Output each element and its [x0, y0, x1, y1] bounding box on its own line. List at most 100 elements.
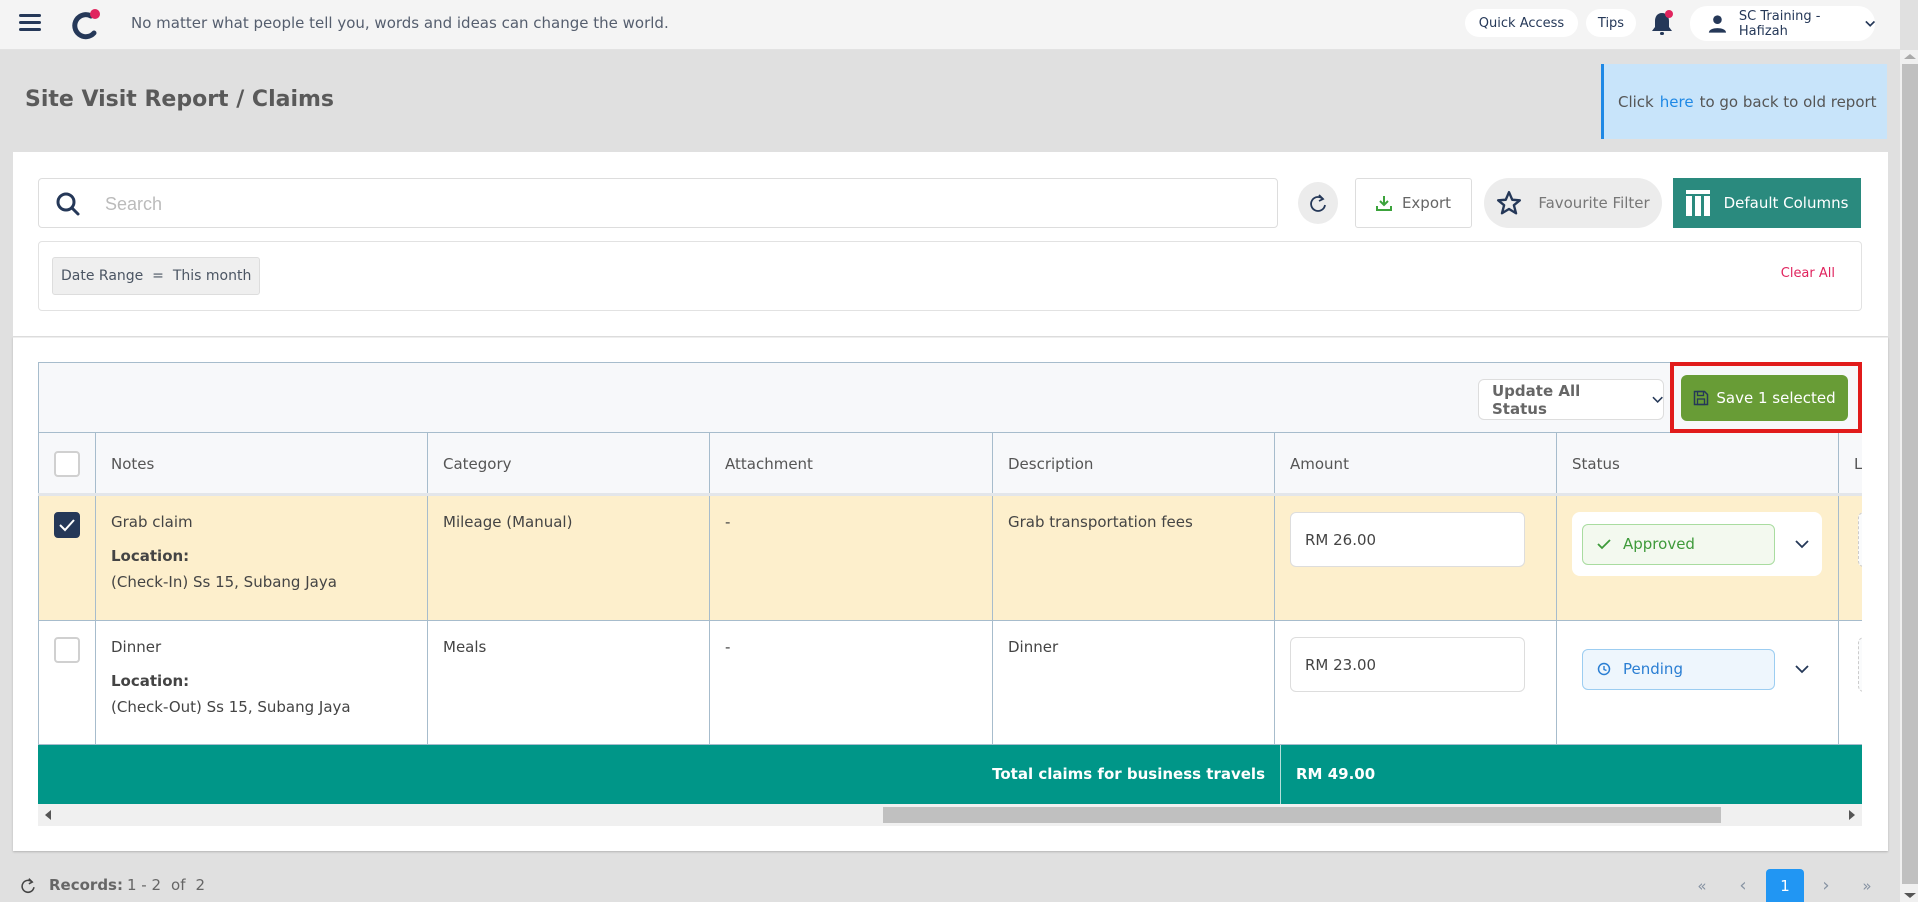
quick-access-button[interactable]: Quick Access: [1465, 9, 1578, 37]
records-total: 2: [195, 876, 206, 894]
row-select-cell: [38, 496, 96, 620]
horizontal-scrollbar[interactable]: [38, 804, 1862, 826]
column-header-amount[interactable]: Amount: [1275, 433, 1557, 493]
next-column-cell: [1839, 496, 1862, 620]
chevron-down-icon[interactable]: [1795, 664, 1809, 674]
row-checkbox[interactable]: [54, 637, 80, 663]
next-column-cell: [1839, 621, 1862, 744]
page-title: Site Visit Report / Claims: [25, 87, 335, 112]
download-icon: [1375, 196, 1392, 211]
old-report-banner: Click here to go back to old report: [1601, 64, 1887, 139]
amount-input[interactable]: RM 23.00: [1290, 637, 1525, 692]
export-button[interactable]: Export: [1355, 178, 1472, 228]
default-columns-button[interactable]: Default Columns: [1673, 178, 1861, 228]
status-select[interactable]: Approved: [1572, 512, 1822, 576]
column-header-status[interactable]: Status: [1557, 433, 1839, 493]
status-text: Approved: [1623, 535, 1695, 553]
column-header-attachment[interactable]: Attachment: [710, 433, 993, 493]
favourite-filter-button[interactable]: Favourite Filter: [1484, 178, 1662, 228]
update-all-status-label: Update All Status: [1492, 381, 1581, 418]
filter-chip-date-range[interactable]: Date Range = This month: [52, 257, 261, 295]
favourite-filter-label: Favourite Filter: [1538, 194, 1650, 212]
status-text: Pending: [1623, 660, 1683, 678]
next-column-input[interactable]: [1858, 637, 1862, 692]
notes-cell: Grab claim Location: (Check-In) Ss 15, S…: [96, 496, 428, 620]
old-report-prefix: Click: [1618, 92, 1654, 111]
column-header-description[interactable]: Description: [993, 433, 1275, 493]
previous-page-button[interactable]: ‹: [1730, 869, 1756, 902]
claims-table: Notes Category Attachment Description Am…: [38, 433, 1862, 745]
table-row: Grab claim Location: (Check-In) Ss 15, S…: [38, 496, 1862, 621]
chevron-down-icon: [1652, 396, 1663, 403]
next-page-button[interactable]: ›: [1813, 869, 1839, 902]
user-name: SC Training - Hafizah: [1738, 8, 1821, 39]
column-header-next[interactable]: L: [1839, 433, 1862, 493]
table-header: Notes Category Attachment Description Am…: [38, 433, 1862, 496]
scroll-down-arrow[interactable]: [1904, 893, 1916, 898]
column-header-category[interactable]: Category: [428, 433, 710, 493]
columns-icon: [1685, 190, 1710, 216]
check-icon: [1597, 539, 1611, 550]
last-page-button[interactable]: »: [1853, 869, 1881, 902]
location-label: Location:: [111, 672, 190, 690]
header-select-cell: [38, 433, 96, 493]
star-icon: [1497, 190, 1522, 215]
menu-icon[interactable]: [19, 14, 41, 32]
app-logo[interactable]: [70, 7, 102, 41]
amount-input[interactable]: RM 26.00: [1290, 512, 1525, 567]
row-checkbox[interactable]: [54, 512, 80, 538]
refresh-icon[interactable]: [20, 877, 36, 894]
clock-icon: [1597, 662, 1611, 676]
records-info: Records: 1 - 2 of 2: [20, 876, 205, 894]
location-label: Location:: [111, 547, 190, 565]
records-of: of: [171, 876, 186, 894]
status-cell: Approved: [1557, 496, 1839, 620]
old-report-link[interactable]: here: [1660, 93, 1694, 111]
horizontal-scroll-thumb[interactable]: [883, 807, 1721, 823]
active-filters: Date Range = This month Clear All: [38, 241, 1862, 311]
column-header-notes[interactable]: Notes: [96, 433, 428, 493]
next-column-input[interactable]: [1858, 512, 1862, 567]
search-input[interactable]: [105, 189, 1255, 219]
total-label: Total claims for business travels: [992, 745, 1281, 804]
notification-bell-icon[interactable]: [1650, 10, 1674, 38]
refresh-icon: [1310, 194, 1326, 212]
user-icon: [1708, 14, 1727, 33]
status-select[interactable]: Pending: [1572, 637, 1822, 701]
location-text: (Check-Out) Ss 15, Subang Jaya: [111, 698, 351, 716]
user-menu[interactable]: SC Training - Hafizah: [1690, 6, 1875, 41]
checkmark-icon: [59, 519, 75, 532]
clear-all-filters-link[interactable]: Clear All: [1781, 266, 1835, 281]
first-page-button[interactable]: «: [1688, 869, 1716, 902]
description-cell: Grab transportation fees: [993, 496, 1275, 620]
amount-cell: RM 26.00: [1275, 496, 1557, 620]
page-1-button[interactable]: 1: [1766, 869, 1804, 902]
tips-button[interactable]: Tips: [1586, 9, 1636, 37]
amount-cell: RM 23.00: [1275, 621, 1557, 744]
records-label: Records:: [49, 876, 123, 894]
default-columns-label: Default Columns: [1723, 194, 1849, 212]
row-select-cell: [38, 621, 96, 744]
search-icon: [56, 192, 80, 216]
save-selected-button[interactable]: Save 1 selected: [1681, 375, 1848, 421]
notes-cell: Dinner Location: (Check-Out) Ss 15, Suba…: [96, 621, 428, 744]
select-all-checkbox[interactable]: [54, 451, 80, 477]
status-badge-approved[interactable]: Approved: [1582, 523, 1775, 565]
chevron-down-icon[interactable]: [1795, 539, 1809, 549]
scroll-up-arrow[interactable]: [1904, 54, 1916, 59]
scroll-left-arrow[interactable]: [45, 810, 51, 820]
category-cell: Meals: [428, 621, 710, 744]
records-range: 1 - 2: [126, 876, 162, 894]
status-badge-pending[interactable]: Pending: [1582, 648, 1775, 690]
motto-text: No matter what people tell you, words an…: [131, 14, 669, 32]
category-cell: Mileage (Manual): [428, 496, 710, 620]
scroll-right-arrow[interactable]: [1849, 810, 1855, 820]
export-label: Export: [1401, 194, 1452, 212]
refresh-button[interactable]: [1298, 182, 1338, 224]
location-text: (Check-In) Ss 15, Subang Jaya: [111, 573, 337, 591]
vertical-scroll-thumb[interactable]: [1902, 64, 1918, 884]
total-row: Total claims for business travels RM 49.…: [38, 745, 1862, 804]
vertical-scrollbar[interactable]: [1900, 50, 1918, 902]
update-all-status-dropdown[interactable]: Update All Status: [1478, 379, 1664, 420]
old-report-suffix: to go back to old report: [1699, 92, 1877, 111]
